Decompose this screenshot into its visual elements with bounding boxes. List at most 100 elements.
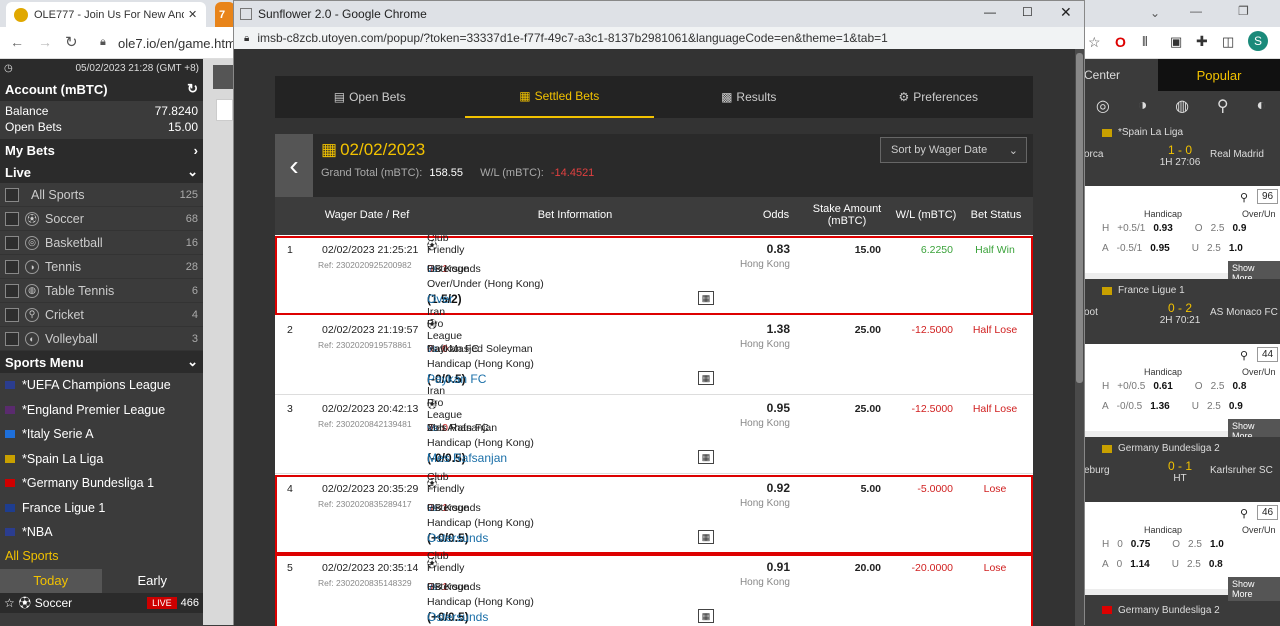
- sports-menu-header[interactable]: Sports Menu ⌄: [0, 351, 203, 373]
- star-icon[interactable]: ☆: [4, 596, 15, 610]
- back-icon[interactable]: ←: [10, 34, 24, 50]
- checkbox[interactable]: [5, 235, 19, 250]
- sport-item[interactable]: ⚽︎ Soccer 68: [0, 207, 203, 231]
- tab-early[interactable]: Early: [101, 568, 203, 593]
- star-icon[interactable]: ☆: [1088, 34, 1101, 51]
- league-item[interactable]: *England Premier League: [0, 398, 203, 423]
- calendar-icon[interactable]: ▦: [321, 140, 337, 160]
- checkbox[interactable]: [5, 211, 19, 226]
- checkbox[interactable]: [5, 187, 19, 202]
- basketball-icon[interactable]: ◎: [1096, 96, 1110, 116]
- league-item[interactable]: France Ligue 1: [0, 496, 203, 521]
- stats-icon[interactable]: ⚲: [1240, 191, 1248, 204]
- puzzle-icon[interactable]: ✚: [1196, 33, 1208, 50]
- odds-value[interactable]: 0.93: [1153, 223, 1172, 234]
- home-team: eburg: [1084, 465, 1110, 476]
- flag-icon: [1102, 606, 1112, 614]
- url-text[interactable]: ole7.io/en/game.html: [118, 36, 239, 51]
- close-icon[interactable]: ✕: [1060, 4, 1072, 21]
- popup-url[interactable]: imsb-c8zcb.utoyen.com/popup/?token=33337…: [257, 31, 887, 45]
- prev-date-button[interactable]: ‹: [275, 134, 313, 197]
- badminton-icon[interactable]: ⚲: [1217, 96, 1229, 116]
- avatar[interactable]: S: [1248, 31, 1268, 51]
- opera-extension-icon[interactable]: O: [1115, 34, 1126, 50]
- refresh-icon[interactable]: ↻: [187, 81, 198, 97]
- clock-icon: ◷: [4, 62, 13, 74]
- odds-value[interactable]: 0.9: [1229, 401, 1243, 412]
- table-tennis-icon[interactable]: ◍: [1175, 96, 1189, 116]
- league-item[interactable]: *NBA: [0, 520, 203, 545]
- flag-icon: [1102, 444, 1112, 453]
- reload-icon[interactable]: ↻: [65, 33, 78, 51]
- checkbox[interactable]: [5, 259, 19, 274]
- minimize-icon[interactable]: —: [984, 5, 996, 19]
- odds-type: Hong Kong: [739, 259, 790, 270]
- league-item[interactable]: *Italy Serie A: [0, 422, 203, 447]
- sport-item[interactable]: ◍ Table Tennis 6: [0, 279, 203, 303]
- tab-preferences[interactable]: ⚙︎ Preferences: [844, 76, 1034, 118]
- stats-icon[interactable]: ⚲: [1240, 507, 1248, 520]
- ticket-icon[interactable]: ▦: [698, 450, 714, 464]
- extension-icon[interactable]: ⦀: [1142, 34, 1148, 50]
- volleyball-icon[interactable]: ◐: [1256, 97, 1266, 115]
- maximize-icon[interactable]: ❐: [1238, 4, 1249, 18]
- odds-value[interactable]: 0.75: [1131, 539, 1150, 550]
- tab-open-bets[interactable]: ▤ Open Bets: [275, 76, 465, 118]
- tab-popular[interactable]: Popular: [1158, 59, 1280, 91]
- market-count[interactable]: 96: [1257, 189, 1279, 204]
- scrollbar[interactable]: [1075, 49, 1084, 626]
- odds-value[interactable]: 1.0: [1210, 539, 1224, 550]
- sort-select[interactable]: Sort by Wager Date ⌄: [880, 137, 1027, 163]
- market-count[interactable]: 44: [1257, 347, 1279, 362]
- checkbox[interactable]: [5, 331, 19, 346]
- checkbox[interactable]: [5, 283, 19, 298]
- selected-date: 02/02/2023: [340, 140, 426, 159]
- maximize-icon[interactable]: ☐: [1022, 5, 1033, 19]
- browser-tab-7[interactable]: OLE777 - Join Us For New And E...7: [215, 2, 235, 27]
- sport-icon: ⚽︎: [25, 211, 39, 226]
- ticket-icon[interactable]: ▦: [698, 370, 714, 385]
- league-item[interactable]: *Spain La Liga: [0, 447, 203, 472]
- odds-value[interactable]: 1.0: [1229, 243, 1243, 254]
- sport-item[interactable]: ◑ Tennis 28: [0, 255, 203, 279]
- cast-icon[interactable]: ▣: [1170, 34, 1182, 50]
- market-count[interactable]: 46: [1257, 505, 1279, 520]
- my-bets-header[interactable]: My Bets ›: [0, 139, 203, 161]
- odds-value[interactable]: 0.8: [1209, 559, 1223, 570]
- bets-table-header: Wager Date / Ref Bet Information Odds St…: [275, 197, 1033, 235]
- sport-item[interactable]: ⚲ Cricket 4: [0, 303, 203, 327]
- forward-icon[interactable]: →: [38, 34, 52, 50]
- tab-today[interactable]: Today: [0, 568, 102, 593]
- minimize-icon[interactable]: —: [1190, 4, 1202, 18]
- tennis-icon[interactable]: ◑: [1138, 97, 1148, 115]
- flag-icon: [5, 528, 15, 537]
- live-header[interactable]: Live ⌄: [0, 161, 203, 183]
- odds-value[interactable]: 0.8: [1232, 381, 1246, 392]
- league-name: Iran Pro League: [427, 305, 463, 342]
- checkbox[interactable]: [5, 307, 19, 322]
- odds-value[interactable]: 0.95: [1150, 243, 1169, 254]
- tab-settled-bets[interactable]: ▦ Settled Bets: [464, 76, 654, 118]
- stats-icon[interactable]: ⚲: [1240, 349, 1248, 362]
- league-item[interactable]: *Germany Bundesliga 1: [0, 471, 203, 496]
- sidebar-icon[interactable]: ◫: [1222, 34, 1234, 50]
- show-more-button[interactable]: Show More: [1228, 577, 1280, 601]
- odds-value[interactable]: 1.14: [1130, 559, 1149, 570]
- odds-value[interactable]: 0.9: [1232, 223, 1246, 234]
- sport-item[interactable]: ◎ Basketball 16: [0, 231, 203, 255]
- ticket-icon[interactable]: ▦: [698, 609, 714, 623]
- all-sports-link[interactable]: All Sports: [0, 545, 203, 567]
- ticket-icon[interactable]: ▦: [698, 529, 714, 544]
- close-icon[interactable]: ✕: [188, 8, 197, 21]
- chevron-down-icon[interactable]: ⌄: [1150, 6, 1160, 20]
- tab-results[interactable]: ▩ Results: [654, 76, 844, 118]
- sport-item[interactable]: ◐ Volleyball 3: [0, 327, 203, 351]
- bottom-sport-label[interactable]: Soccer: [35, 596, 72, 610]
- sport-item[interactable]: All Sports 125: [0, 183, 203, 207]
- browser-tab-ole777[interactable]: OLE777 - Join Us For New And E... ✕: [6, 2, 206, 27]
- tab-center[interactable]: Center: [1082, 59, 1158, 91]
- ticket-icon[interactable]: ▦: [698, 291, 714, 305]
- odds-value[interactable]: 0.61: [1153, 381, 1172, 392]
- league-item[interactable]: *UEFA Champions League: [0, 373, 203, 398]
- odds-value[interactable]: 1.36: [1150, 401, 1169, 412]
